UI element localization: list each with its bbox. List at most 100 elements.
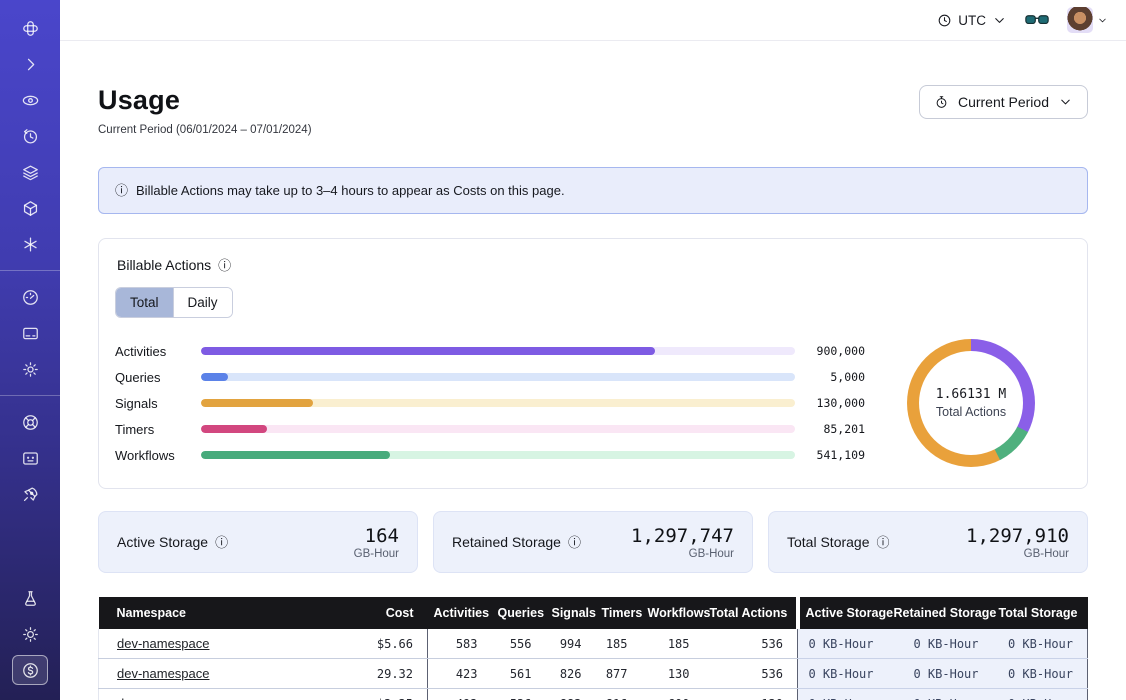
cell-cost: $5.66 xyxy=(346,629,428,659)
schedules-icon[interactable] xyxy=(12,121,48,151)
namespace-link[interactable]: dev-namespace xyxy=(117,636,210,651)
total-storage-unit: GB-Hour xyxy=(966,548,1069,560)
cell-namespace: dev-namespace xyxy=(99,659,346,689)
cell-total-storage: 0 KB-Hour xyxy=(993,629,1088,659)
storage-summary-row: Active Storageⓘ 164GB-Hour Retained Stor… xyxy=(98,511,1088,573)
bar-label: Queries xyxy=(115,370,187,385)
bar-fill xyxy=(201,373,228,381)
bar-value: 5,000 xyxy=(809,370,865,384)
cell-queries: 536 xyxy=(492,689,546,700)
sidebar-divider xyxy=(0,270,60,271)
stopwatch-icon xyxy=(934,94,949,110)
cell-total-actions: 536 xyxy=(704,629,798,659)
column-header-total-storage: Total Storage xyxy=(993,597,1088,629)
bar-value: 85,201 xyxy=(809,422,865,436)
retained-storage-label: Retained Storage xyxy=(452,534,561,550)
namespaces-icon[interactable] xyxy=(12,85,48,115)
bar-value: 541,109 xyxy=(809,448,865,462)
tab-total[interactable]: Total xyxy=(116,288,173,317)
column-header-workflows: Workflows xyxy=(642,597,704,629)
deployments-cube-icon[interactable] xyxy=(12,193,48,223)
temporal-logo-icon[interactable] xyxy=(12,13,48,43)
namespace-link[interactable]: dev-namespace xyxy=(117,666,210,681)
column-header-total-actions: Total Actions xyxy=(704,597,798,629)
page-title: Usage xyxy=(98,85,312,116)
glasses-icon[interactable] xyxy=(1025,11,1049,29)
cell-timers: 816 xyxy=(596,689,642,700)
table-row: dev-namespace$3.354925368838166001300 KB… xyxy=(99,689,1088,700)
bar-fill xyxy=(201,425,267,433)
sidebar xyxy=(0,0,60,700)
cell-total-storage: 0 KB-Hour xyxy=(993,659,1088,689)
chevron-down-icon xyxy=(1058,94,1073,110)
cell-timers: 877 xyxy=(596,659,642,689)
usage-gauge-icon[interactable] xyxy=(12,282,48,312)
bar-track xyxy=(201,399,795,407)
cell-active-storage: 0 KB-Hour xyxy=(798,629,888,659)
cell-activities: 492 xyxy=(428,689,492,700)
bar-value: 130,000 xyxy=(809,396,865,410)
cell-timers: 185 xyxy=(596,629,642,659)
table-row: dev-namespace29.324235618268771305360 KB… xyxy=(99,659,1088,689)
bar-fill xyxy=(201,347,655,355)
total-storage-value: 1,297,910 xyxy=(966,525,1069,547)
retained-storage-card: Retained Storageⓘ 1,297,747GB-Hour xyxy=(433,511,753,573)
bar-row: Queries 5,000 xyxy=(115,364,865,390)
total-actions-donut: 1.66131 M Total Actions xyxy=(907,339,1035,467)
column-header-queries: Queries xyxy=(492,597,546,629)
retained-storage-value: 1,297,747 xyxy=(631,525,734,547)
period-dropdown-button[interactable]: Current Period xyxy=(919,85,1088,119)
main-content: Usage Current Period (06/01/2024 – 07/01… xyxy=(60,41,1126,700)
support-lifebuoy-icon[interactable] xyxy=(12,407,48,437)
theme-sun-icon[interactable] xyxy=(12,619,48,649)
bar-label: Timers xyxy=(115,422,187,437)
bar-track xyxy=(201,347,795,355)
timezone-label: UTC xyxy=(958,13,986,28)
layers-icon[interactable] xyxy=(12,157,48,187)
active-storage-label: Active Storage xyxy=(117,534,208,550)
bar-label: Signals xyxy=(115,396,187,411)
info-icon[interactable]: ⓘ xyxy=(877,536,890,549)
donut-total-label: Total Actions xyxy=(936,405,1006,419)
billable-actions-title: Billable Actions xyxy=(117,257,211,273)
cell-signals: 883 xyxy=(546,689,596,700)
tab-daily[interactable]: Daily xyxy=(173,288,232,317)
console-icon[interactable] xyxy=(12,443,48,473)
cell-retained-storage: 0 KB-Hour xyxy=(888,629,993,659)
info-icon[interactable]: ⓘ xyxy=(215,536,228,549)
bar-track xyxy=(201,373,795,381)
getting-started-rocket-icon[interactable] xyxy=(12,479,48,509)
cell-active-storage: 0 KB-Hour xyxy=(798,659,888,689)
active-storage-unit: GB-Hour xyxy=(354,548,399,560)
info-icon[interactable]: ⓘ xyxy=(218,259,231,272)
cell-total-storage: 0 KB-Hour xyxy=(993,689,1088,700)
donut-total-value: 1.66131 M xyxy=(936,387,1006,402)
timezone-selector[interactable]: UTC xyxy=(937,13,1007,28)
app-root: UTC Usage Current Period (06/01/2024 – 0… xyxy=(0,0,1126,700)
payments-card-icon[interactable] xyxy=(12,318,48,348)
table-row: dev-namespace$5.665835569941851855360 KB… xyxy=(99,629,1088,659)
clock-icon xyxy=(937,13,952,28)
account-menu[interactable] xyxy=(1067,7,1108,33)
info-icon: ⓘ xyxy=(115,184,128,197)
column-header-active-storage: Active Storage xyxy=(798,597,888,629)
billable-actions-bar-chart: Activities 900,000 Queries 5,000 Signals 130,… xyxy=(115,338,871,468)
billing-dollar-icon[interactable] xyxy=(12,655,48,685)
info-banner-text: Billable Actions may take up to 3–4 hour… xyxy=(136,183,565,198)
collapse-chevron-icon[interactable] xyxy=(12,49,48,79)
namespace-link[interactable]: dev-namespace xyxy=(117,696,210,700)
bar-label: Activities xyxy=(115,344,187,359)
bar-row: Timers 85,201 xyxy=(115,416,865,442)
billable-actions-card: Billable Actions ⓘ Total Daily Activitie… xyxy=(98,238,1088,489)
settings-gear-icon[interactable] xyxy=(12,354,48,384)
bar-value: 900,000 xyxy=(809,344,865,358)
cell-total-actions: 536 xyxy=(704,659,798,689)
labs-flask-icon[interactable] xyxy=(12,583,48,613)
cell-active-storage: 0 KB-Hour xyxy=(798,689,888,700)
column-header-timers: Timers xyxy=(596,597,642,629)
info-icon[interactable]: ⓘ xyxy=(568,536,581,549)
column-header-signals: Signals xyxy=(546,597,596,629)
period-subtitle: Current Period (06/01/2024 – 07/01/2024) xyxy=(98,124,312,136)
bar-fill xyxy=(201,451,390,459)
nexus-asterisk-icon[interactable] xyxy=(12,229,48,259)
